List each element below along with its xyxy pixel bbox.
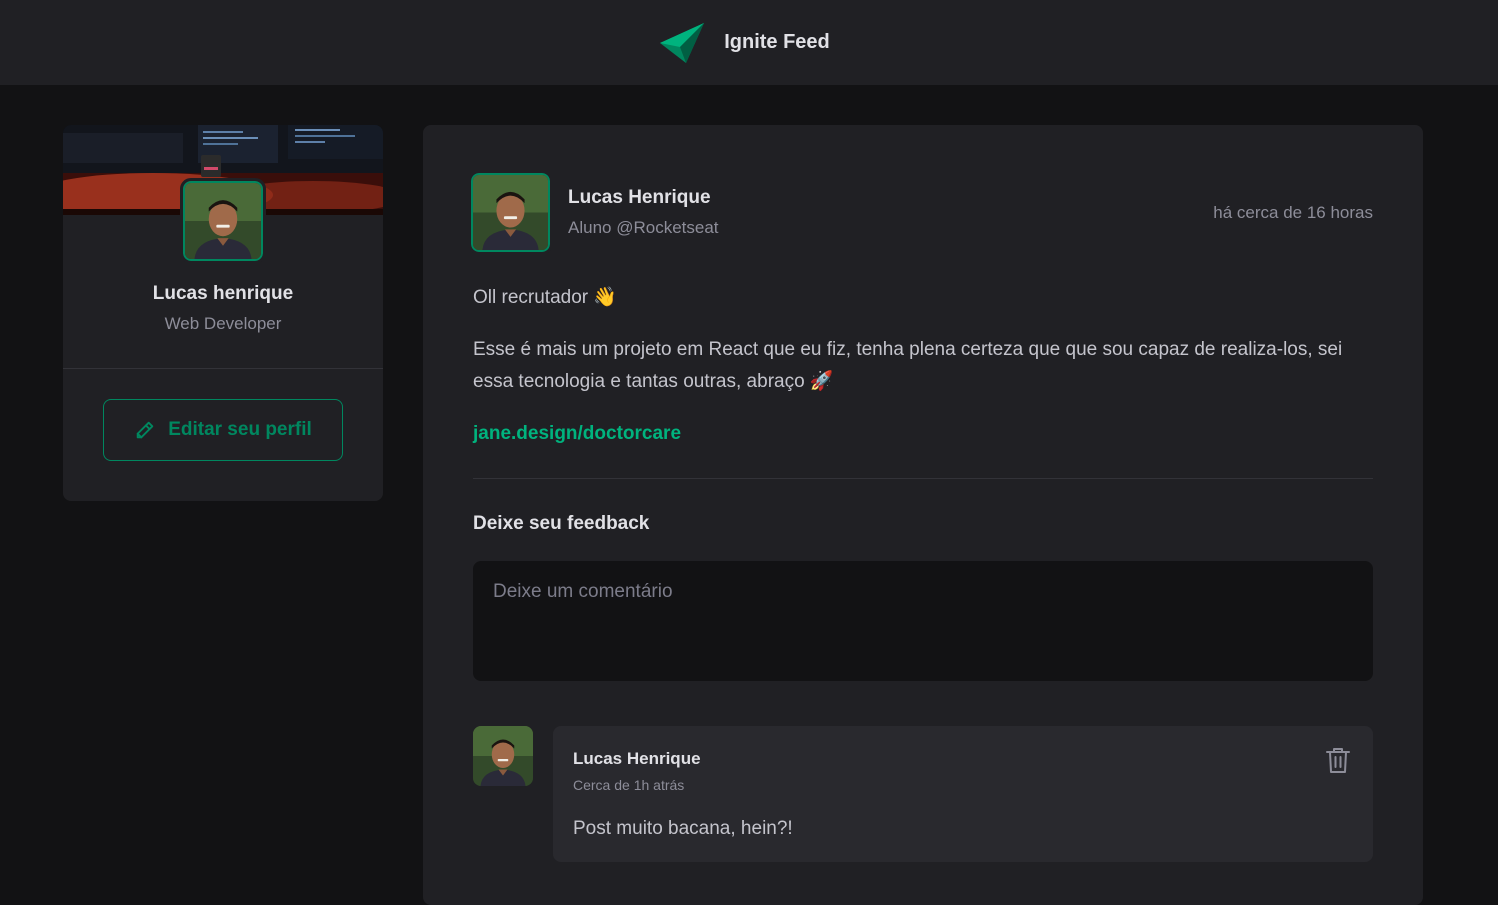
brand[interactable]: Ignite Feed <box>660 22 830 63</box>
comment-time: Cerca de 1h atrás <box>573 777 685 793</box>
profile-role: Web Developer <box>164 314 282 333</box>
ignite-logo-icon <box>660 22 705 63</box>
comment-author-avatar[interactable] <box>473 726 533 786</box>
post-author-role: Aluno @Rocketseat <box>568 218 719 237</box>
post-body: Esse é mais um projeto em React que eu f… <box>473 339 1343 392</box>
profile-name: Lucas henrique <box>152 283 294 304</box>
divider <box>63 368 383 369</box>
post-greeting: Oll recrutador 👋 <box>473 287 618 308</box>
profile-avatar[interactable] <box>180 178 266 264</box>
top-header: Ignite Feed <box>0 0 1498 85</box>
trash-icon[interactable] <box>1325 746 1351 774</box>
edit-profile-button[interactable]: Editar seu perfil <box>103 399 343 461</box>
post-card: Lucas Henrique Aluno @Rocketseat há cerc… <box>423 125 1423 905</box>
comment-card: Lucas Henrique Cerca de 1h atrás Post mu… <box>553 726 1373 862</box>
post-author-name: Lucas Henrique <box>568 187 711 208</box>
post-published-time: há cerca de 16 horas <box>1213 203 1373 222</box>
feedback-title: Deixe seu feedback <box>473 513 650 534</box>
edit-profile-label: Editar seu perfil <box>168 419 312 440</box>
pencil-icon <box>136 421 154 439</box>
comment-input[interactable] <box>473 561 1373 681</box>
app-title: Ignite Feed <box>724 31 830 53</box>
profile-sidebar: Lucas henrique Web Developer Editar seu … <box>63 125 383 501</box>
comment-text: Post muito bacana, hein?! <box>573 818 793 839</box>
divider <box>473 478 1373 479</box>
post-content: Oll recrutador 👋 Esse é mais um projeto … <box>473 282 1378 450</box>
post-author-avatar[interactable] <box>468 170 553 255</box>
comment-author-name: Lucas Henrique <box>573 749 701 768</box>
post-link[interactable]: jane.design/doctorcare <box>473 418 1378 450</box>
